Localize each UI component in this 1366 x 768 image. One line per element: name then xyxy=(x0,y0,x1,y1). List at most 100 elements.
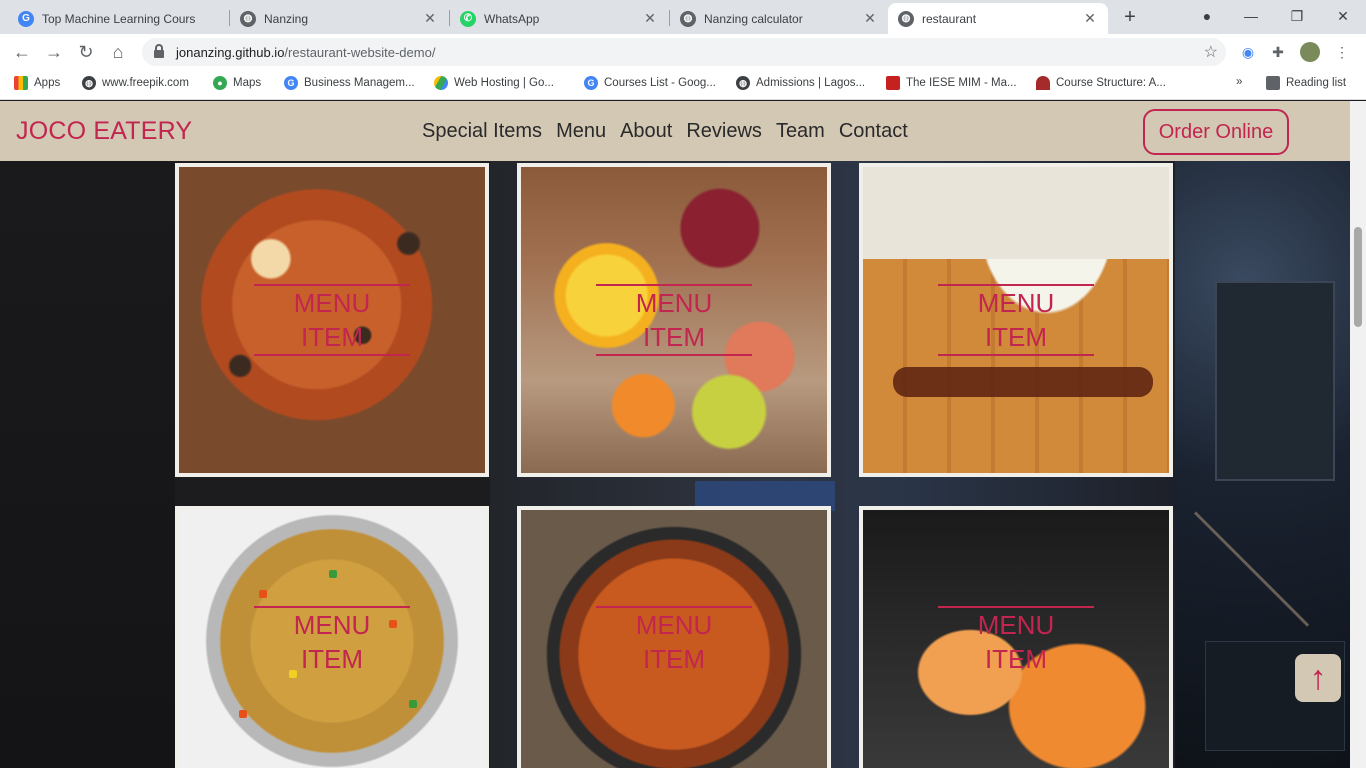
nav-reviews[interactable]: Reviews xyxy=(686,120,762,143)
lock-icon[interactable] xyxy=(154,44,164,58)
extension-colored-icon[interactable]: ◉ xyxy=(1238,42,1258,62)
bookmark-label: Course Structure: A... xyxy=(1056,77,1166,89)
menu-card-line1: MENU xyxy=(977,610,1055,640)
menu-card-overlay: MENU ITEM xyxy=(179,167,485,473)
tab-nanzing[interactable]: ◍ Nanzing ✕ xyxy=(230,3,448,34)
menu-card-overlay: MENU ITEM xyxy=(863,167,1169,473)
globe-icon: ◍ xyxy=(82,76,96,90)
bookmark-courses[interactable]: G Courses List - Goog... xyxy=(584,76,716,90)
divider xyxy=(596,354,752,356)
bookmark-label: Apps xyxy=(34,77,61,89)
menu-card-line2: ITEM xyxy=(642,322,706,352)
bookmark-business[interactable]: G Business Managem... xyxy=(284,76,415,90)
tab-whatsapp[interactable]: ✆ WhatsApp ✕ xyxy=(450,3,668,34)
google-icon: G xyxy=(284,76,298,90)
reading-list-label: Reading list xyxy=(1286,77,1347,89)
menu-card-line2: ITEM xyxy=(984,322,1048,352)
tab-title: Nanzing xyxy=(264,11,309,26)
bookmark-label: Maps xyxy=(233,77,262,89)
globe-icon: ◍ xyxy=(680,10,696,27)
menu-card-line1: MENU xyxy=(977,288,1055,318)
menu-card-chicken-cutlet[interactable]: MENU ITEM xyxy=(859,163,1173,477)
menu-kebab-icon[interactable]: ⋮ xyxy=(1332,42,1352,62)
forward-icon[interactable]: → xyxy=(42,40,66,64)
home-icon[interactable]: ⌂ xyxy=(106,40,130,64)
bookmark-web-hosting[interactable]: Web Hosting | Go... xyxy=(434,76,554,90)
tab-title: restaurant xyxy=(922,11,977,26)
bookmarks-bar: Apps ◍ www.freepik.com ● Maps G Business… xyxy=(0,70,1366,100)
whatsapp-icon: ✆ xyxy=(460,10,476,27)
tab-title: Top Machine Learning Cours xyxy=(42,11,196,26)
apps-grid-icon xyxy=(14,76,28,90)
nav-about[interactable]: About xyxy=(620,120,672,143)
nav-menu[interactable]: Menu xyxy=(556,120,606,143)
tab-restaurant[interactable]: ◍ restaurant ✕ xyxy=(888,3,1108,34)
url-host: jonanzing.github.io xyxy=(176,44,285,60)
google-icon: G xyxy=(584,76,598,90)
bookmark-admissions[interactable]: ◍ Admissions | Lagos... xyxy=(736,76,865,90)
bookmark-maps[interactable]: ● Maps xyxy=(213,76,261,90)
url-path: /restaurant-website-demo/ xyxy=(284,44,436,60)
bookmark-freepik[interactable]: ◍ www.freepik.com xyxy=(82,76,189,90)
menu-card-line1: MENU xyxy=(635,610,713,640)
menu-card-overlay: MENU ITEM xyxy=(863,510,1169,768)
browser-toolbar: ← → ↻ ⌂ jonanzing.github.io/restaurant-w… xyxy=(0,34,1366,70)
menu-card-minestrone-soup[interactable]: MENU ITEM xyxy=(517,506,831,768)
menu-card-pizza[interactable]: MENU ITEM xyxy=(175,163,489,477)
menu-card-line1: MENU xyxy=(293,288,371,318)
close-tab-icon[interactable]: ✕ xyxy=(422,10,438,27)
extensions-puzzle-icon[interactable]: ✚ xyxy=(1268,42,1288,62)
brand-logo[interactable]: JOCO EATERY xyxy=(16,117,192,146)
scrollbar-thumb[interactable] xyxy=(1354,227,1362,327)
back-icon[interactable]: ← xyxy=(10,40,34,64)
tab-nanzing-calculator[interactable]: ◍ Nanzing calculator ✕ xyxy=(670,3,888,34)
bookmark-label: Business Managem... xyxy=(304,77,415,89)
menu-card-fruit-juice[interactable]: MENU ITEM xyxy=(517,163,831,477)
menu-card-cocktail[interactable]: MENU ITEM xyxy=(859,506,1173,768)
bookmark-course-structure[interactable]: Course Structure: A... xyxy=(1036,76,1166,90)
close-window-icon[interactable]: ✕ xyxy=(1328,4,1358,28)
bookmark-label: Web Hosting | Go... xyxy=(454,77,554,89)
tab-machine-learning[interactable]: G Top Machine Learning Cours xyxy=(8,3,228,34)
address-bar[interactable]: jonanzing.github.io/restaurant-website-d… xyxy=(142,38,1226,66)
globe-icon: ◍ xyxy=(240,10,256,27)
reading-list-button[interactable]: Reading list xyxy=(1266,76,1346,90)
google-drive-icon xyxy=(434,76,448,90)
browser-tab-strip: G Top Machine Learning Cours ◍ Nanzing ✕… xyxy=(0,0,1366,34)
order-online-button[interactable]: Order Online xyxy=(1143,109,1289,155)
bookmark-star-icon[interactable]: ☆ xyxy=(1204,42,1218,62)
bookmark-apps[interactable]: Apps xyxy=(14,76,60,90)
menu-card-line2: ITEM xyxy=(300,322,364,352)
nav-special-items[interactable]: Special Items xyxy=(422,120,542,143)
menu-card-line2: ITEM xyxy=(300,644,364,674)
reload-icon[interactable]: ↻ xyxy=(74,40,98,64)
reading-list-icon xyxy=(1266,76,1280,90)
divider xyxy=(938,354,1094,356)
tab-search-icon[interactable]: ● xyxy=(1192,4,1222,28)
restaurant-page: JOCO EATERY Special Items Menu About Rev… xyxy=(0,101,1350,768)
iese-icon xyxy=(886,76,900,90)
bookmark-label: The IESE MIM - Ma... xyxy=(906,77,1017,89)
nav-contact[interactable]: Contact xyxy=(839,120,908,143)
restore-icon[interactable]: ❐ xyxy=(1282,4,1312,28)
globe-icon: ◍ xyxy=(736,76,750,90)
close-tab-icon[interactable]: ✕ xyxy=(642,10,658,27)
globe-icon: ◍ xyxy=(898,10,914,27)
menu-card-line2: ITEM xyxy=(984,644,1048,674)
bookmark-label: Courses List - Goog... xyxy=(604,77,716,89)
page-scrollbar[interactable] xyxy=(1350,101,1366,768)
google-icon: G xyxy=(18,10,34,27)
scroll-to-top-button[interactable]: ↑ xyxy=(1295,654,1341,702)
new-tab-button[interactable]: + xyxy=(1118,5,1142,29)
site-navbar: JOCO EATERY Special Items Menu About Rev… xyxy=(0,101,1350,161)
menu-card-fried-rice[interactable]: MENU ITEM xyxy=(175,506,489,768)
menu-card-line1: MENU xyxy=(635,288,713,318)
more-bookmarks-icon[interactable]: » xyxy=(1236,76,1242,88)
bookmark-iese[interactable]: The IESE MIM - Ma... xyxy=(886,76,1017,90)
arch-icon xyxy=(1036,76,1050,90)
minimize-icon[interactable]: — xyxy=(1236,4,1266,28)
close-tab-icon[interactable]: ✕ xyxy=(862,10,878,27)
close-tab-icon[interactable]: ✕ xyxy=(1082,10,1098,27)
nav-team[interactable]: Team xyxy=(776,120,825,143)
profile-avatar[interactable] xyxy=(1300,42,1320,62)
